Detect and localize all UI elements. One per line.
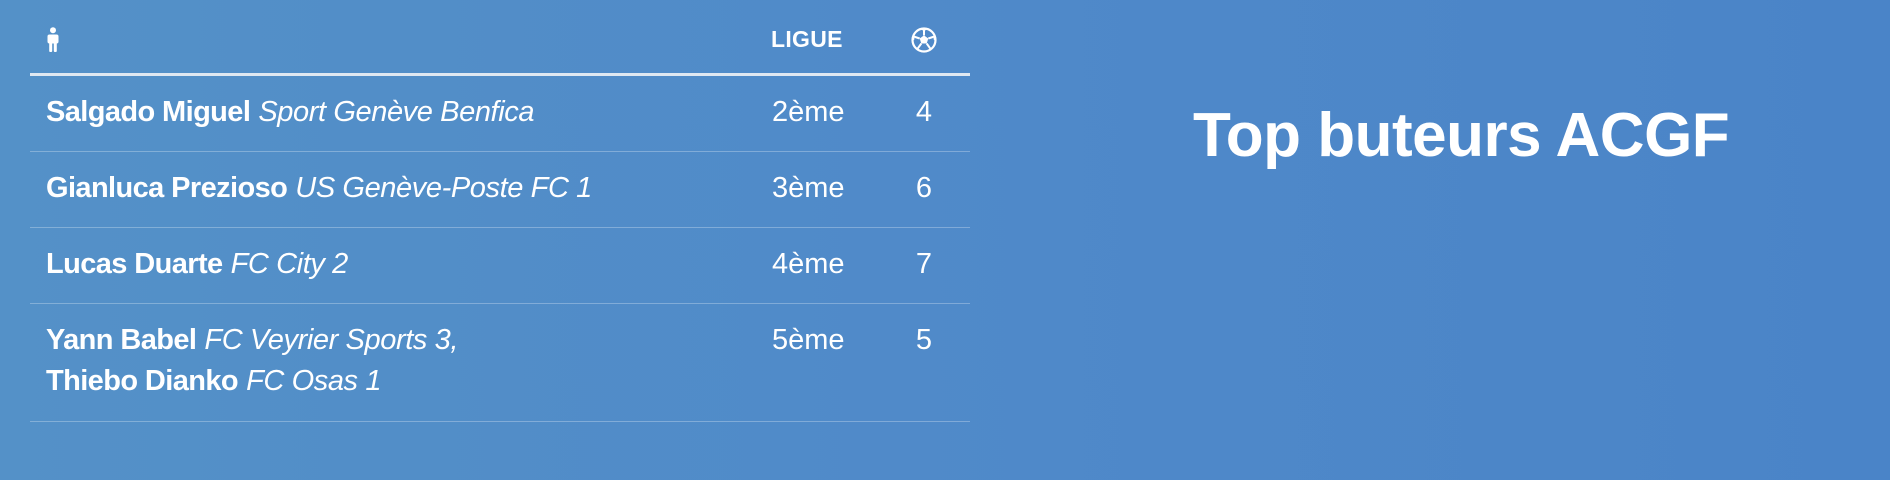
player-name: Gianluca Prezioso	[46, 172, 288, 204]
table-row: Lucas Duarte FC City 2 4ème 7	[30, 228, 970, 304]
goals-cell: 5	[915, 324, 933, 356]
table-header: LIGUE	[30, 0, 970, 76]
player-name: Salgado Miguel	[46, 96, 251, 128]
league-cell: 3ème	[772, 172, 845, 204]
player-name: Thiebo Dianko	[46, 365, 239, 397]
player-team: FC Osas 1	[246, 365, 382, 397]
player-line: Yann Babel FC Veyrier Sports 3,	[46, 320, 458, 361]
goals-cell: 7	[915, 248, 933, 280]
player-team: FC Veyrier Sports 3,	[204, 324, 459, 356]
player-name: Yann Babel	[46, 324, 197, 356]
table-row: Yann Babel FC Veyrier Sports 3, Thiebo D…	[30, 304, 970, 422]
league-cell: 2ème	[772, 96, 845, 128]
player-team: FC City 2	[230, 248, 349, 280]
player-line: Thiebo Dianko FC Osas 1	[46, 361, 458, 402]
player-cell: Yann Babel FC Veyrier Sports 3, Thiebo D…	[46, 320, 458, 402]
player-team: US Genève-Poste FC 1	[295, 172, 592, 204]
player-cell: Salgado Miguel Sport Genève Benfica	[46, 92, 534, 133]
soccer-ball-icon	[911, 27, 937, 53]
goals-cell: 4	[915, 96, 933, 128]
league-column-header: LIGUE	[771, 26, 843, 52]
league-cell: 4ème	[772, 248, 845, 280]
player-team: Sport Genève Benfica	[258, 96, 535, 128]
goals-cell: 6	[915, 172, 933, 204]
player-cell: Gianluca Prezioso US Genève-Poste FC 1	[46, 168, 592, 209]
table-row: Salgado Miguel Sport Genève Benfica 2ème…	[30, 76, 970, 152]
top-scorers-table: LIGUE Salgado Miguel Sport Genève Benfic…	[30, 0, 970, 422]
player-cell: Lucas Duarte FC City 2	[46, 244, 348, 285]
person-icon	[47, 27, 59, 52]
player-name: Lucas Duarte	[46, 248, 223, 280]
page-title: Top buteurs ACGF	[1193, 101, 1730, 170]
league-cell: 5ème	[772, 324, 845, 356]
table-row: Gianluca Prezioso US Genève-Poste FC 1 3…	[30, 152, 970, 228]
